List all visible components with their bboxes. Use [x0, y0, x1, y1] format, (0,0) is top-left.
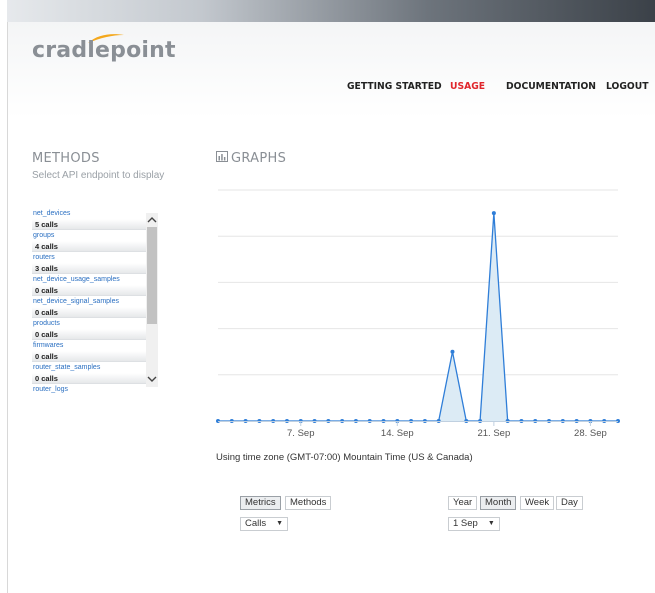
methods-subtitle: Select API endpoint to display	[32, 170, 165, 181]
cradlepoint-logo[interactable]: cradlepoint	[32, 38, 176, 63]
x-tick-label: 21. Sep	[477, 428, 510, 439]
usage-chart: 7. Sep 14. Sep 21. Sep 28. Sep	[214, 180, 622, 442]
method-name[interactable]: firmwares	[32, 340, 146, 351]
x-tick-label: 14. Sep	[381, 428, 414, 439]
method-name[interactable]: routers	[32, 252, 146, 263]
dropdown-caret-icon: ▼	[276, 520, 284, 527]
method-name[interactable]: router_logs	[32, 384, 146, 393]
chevron-up-icon	[147, 217, 157, 223]
nav-usage[interactable]: USAGE	[450, 81, 485, 92]
methods-list[interactable]: net_devices 5 calls groups 4 calls routers 3 …	[32, 203, 158, 393]
scroll-up-button[interactable]	[146, 213, 158, 227]
tab-week[interactable]: Week	[520, 496, 555, 510]
scroll-down-button[interactable]	[146, 371, 158, 387]
tab-year[interactable]: Year	[448, 496, 478, 510]
usage-chart-svg: 7. Sep 14. Sep 21. Sep 28. Sep	[216, 189, 620, 439]
method-call-count: 4 calls	[32, 241, 146, 252]
nav-documentation[interactable]: DOCUMENTATION	[506, 81, 596, 92]
tab-methods[interactable]: Methods	[285, 496, 332, 510]
series-line	[218, 213, 618, 422]
date-select[interactable]: 1 Sep ▼	[448, 517, 500, 531]
method-call-count: 0 calls	[32, 329, 146, 340]
method-name[interactable]: net_device_signal_samples	[32, 296, 146, 307]
data-point	[491, 211, 496, 216]
top-bar	[7, 0, 655, 22]
bar-chart-icon	[216, 151, 228, 162]
method-name[interactable]: net_device_usage_samples	[32, 274, 146, 285]
timezone-note: Using time zone (GMT-07:00) Mountain Tim…	[216, 452, 473, 463]
chevron-down-icon	[147, 376, 157, 382]
metric-select-value: Calls	[245, 518, 267, 529]
tab-day[interactable]: Day	[556, 496, 583, 510]
dropdown-caret-icon: ▼	[487, 520, 495, 527]
data-point	[450, 349, 455, 354]
method-call-count: 0 calls	[32, 285, 146, 296]
series-area	[218, 213, 618, 421]
scrollbar-thumb[interactable]	[147, 227, 157, 324]
method-call-count: 0 calls	[32, 373, 146, 384]
nav-getting-started[interactable]: GETTING STARTED	[347, 81, 442, 92]
graphs-title: GRAPHS	[231, 151, 287, 166]
method-name[interactable]: net_devices	[32, 208, 146, 219]
tab-month[interactable]: Month	[480, 496, 517, 510]
method-call-count: 3 calls	[32, 263, 146, 274]
main-nav: GETTING STARTED USAGE DOCUMENTATION LOGO…	[0, 81, 655, 97]
method-call-count: 0 calls	[32, 307, 146, 318]
method-call-count: 0 calls	[32, 351, 146, 362]
methods-items: net_devices 5 calls groups 4 calls routers 3 …	[32, 208, 146, 393]
method-name[interactable]: router_state_samples	[32, 362, 146, 373]
nav-logout[interactable]: LOGOUT	[606, 81, 648, 92]
method-name[interactable]: products	[32, 318, 146, 329]
date-select-value: 1 Sep	[453, 518, 478, 529]
method-call-count: 5 calls	[32, 219, 146, 230]
method-name[interactable]: groups	[32, 230, 146, 241]
x-tick-label: 28. Sep	[574, 428, 607, 439]
x-tick-label: 7. Sep	[287, 428, 314, 439]
tab-metrics[interactable]: Metrics	[240, 496, 281, 510]
methods-title: METHODS	[32, 151, 100, 166]
metric-select[interactable]: Calls ▼	[240, 517, 289, 531]
